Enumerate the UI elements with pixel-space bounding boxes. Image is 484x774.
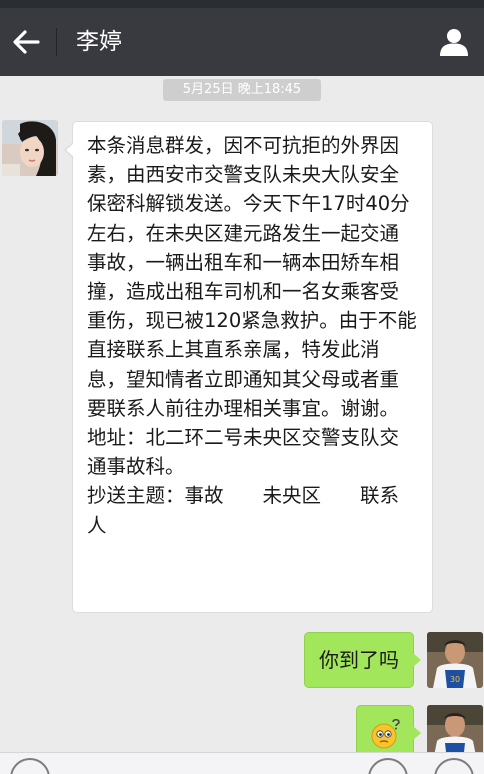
voice-icon[interactable] xyxy=(10,758,50,774)
status-bar xyxy=(0,0,484,8)
incoming-message-text: 本条消息群发，因不可抗拒的外界因素，由西安市交警支队未央大队安全保密科解锁发送。… xyxy=(87,134,417,537)
title-bar: 李婷 xyxy=(0,8,484,76)
plus-icon[interactable] xyxy=(434,758,474,774)
outgoing-message-bubble[interactable]: 你到了吗 xyxy=(304,632,421,688)
contact-avatar-image xyxy=(2,120,58,176)
title-divider xyxy=(56,28,57,56)
incoming-message-bubble[interactable]: 本条消息群发，因不可抗拒的外界因素，由西安市交警支队未央大队安全保密科解锁发送。… xyxy=(64,121,433,613)
person-icon xyxy=(440,29,468,56)
chat-title: 李婷 xyxy=(76,29,122,55)
self-avatar[interactable]: 30 xyxy=(427,632,483,688)
arrow-left-icon xyxy=(13,30,40,54)
input-bar xyxy=(0,752,484,774)
self-avatar-image: 30 xyxy=(427,632,483,688)
confused-face-emoji xyxy=(371,718,400,749)
contact-avatar[interactable] xyxy=(2,120,58,176)
back-button[interactable] xyxy=(6,20,46,64)
chat-info-button[interactable] xyxy=(434,22,474,62)
svg-text:30: 30 xyxy=(450,675,460,684)
emoji-icon[interactable] xyxy=(368,758,408,774)
message-timestamp: 5月25日 晚上18:45 xyxy=(163,79,321,101)
